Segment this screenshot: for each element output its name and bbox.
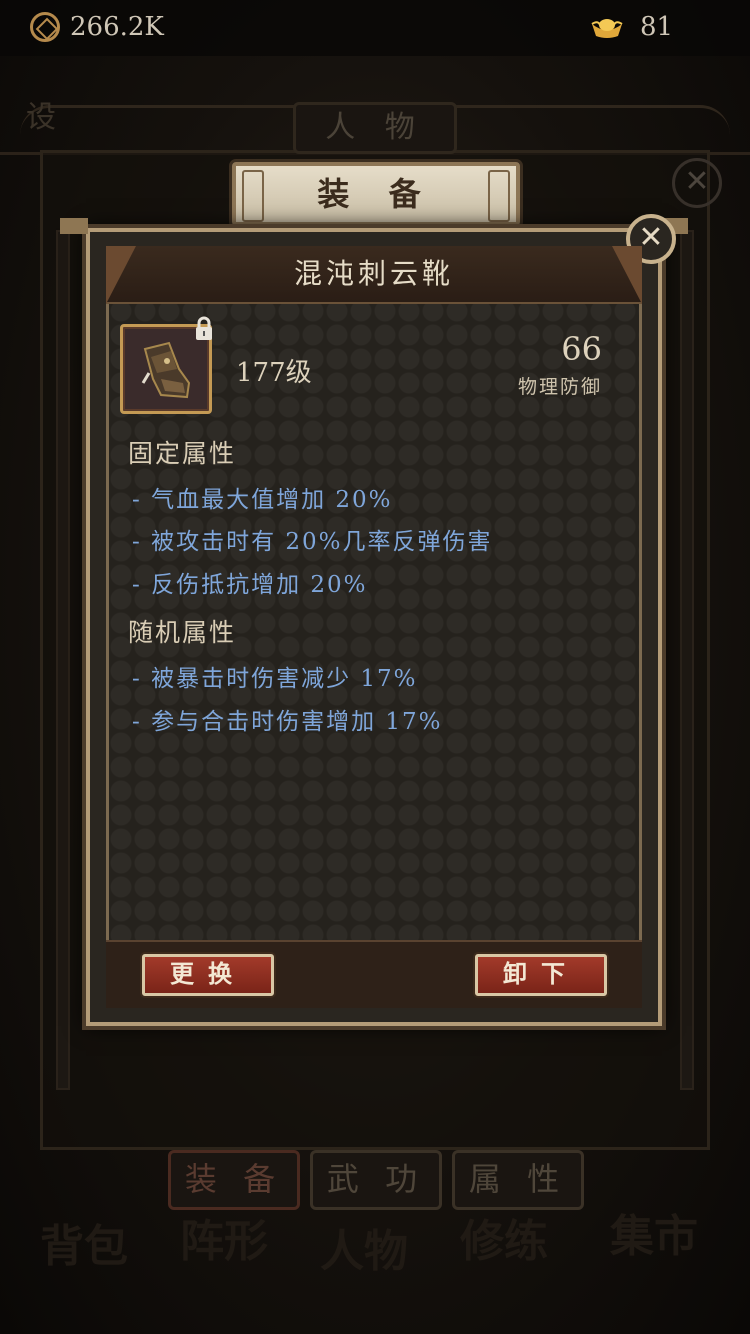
bottom-nav-formation: 阵形 [180,1216,268,1267]
item-level: 177级 [236,358,312,388]
close-icon: ✕ [638,220,664,255]
item-title-bar: 混沌刺云靴 [106,246,642,304]
main-stat-label: 物理防御 [517,376,602,398]
coin-amount: 266.2K [70,12,164,42]
lock-icon[interactable] [194,316,214,342]
equipment-header-tab: 装 备 [232,162,520,226]
replace-button[interactable]: 更换 [142,954,274,996]
gold-ingot-icon [591,19,623,38]
random-attributes-title: 随机属性 [128,618,237,647]
equipment-header-label: 装 备 [317,175,435,213]
modal-corner-decoration-left [60,218,88,234]
coin-icon [30,12,60,42]
random-attribute-line: - 被暴击时伤害减少 17% [132,666,418,692]
unequip-button[interactable]: 卸下 [475,954,607,996]
fixed-attribute-line: - 被攻击时有 20%几率反弹伤害 [132,529,493,555]
background-pillar-left [56,230,70,1090]
background-close-icon: ✕ [672,158,722,208]
boot-icon [141,341,191,399]
bottom-nav-character: 人物 [320,1226,408,1277]
random-attribute-line: - 参与合击时伤害增加 17% [132,709,443,735]
fixed-attributes-title: 固定属性 [128,439,237,468]
item-name: 混沌刺云靴 [293,257,454,290]
main-stat-value: 66 [561,330,602,368]
background-tab-person: 人 物 [293,102,457,154]
bottom-nav-bag: 背包 [40,1221,128,1272]
bottom-nav-market: 集市 [610,1211,698,1262]
bottom-nav-training: 修练 [460,1216,548,1267]
fixed-attribute-line: - 反伤抵抗增加 20% [132,572,368,598]
background-side-label: 设 [26,100,56,135]
background-pillar-right [680,230,694,1090]
fixed-attribute-line: - 气血最大值增加 20% [132,487,393,513]
status-bar: 266.2K 81 [0,0,750,56]
ingot-amount: 81 [640,12,674,42]
background-bottom-nav: 背包 阵形 人物 修练 集市 [30,1200,730,1334]
